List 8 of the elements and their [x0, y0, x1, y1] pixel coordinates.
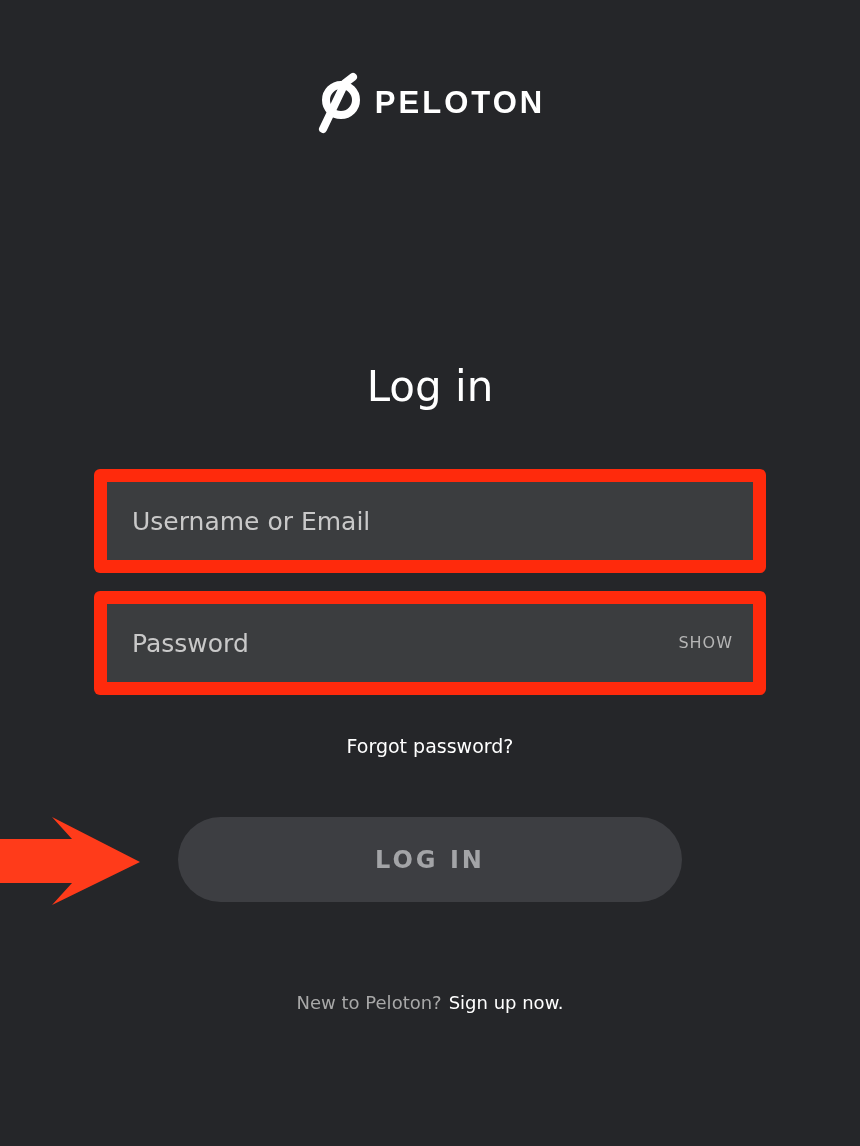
signup-prompt: New to Peloton? [296, 992, 442, 1013]
login-button[interactable]: LOG IN [178, 817, 682, 902]
logo-text: PELOTON [374, 85, 546, 121]
show-password-button[interactable]: SHOW [678, 633, 733, 652]
forgot-password-link[interactable]: Forgot password? [346, 735, 514, 757]
signup-link[interactable]: Sign up now. [448, 992, 564, 1013]
page-title: Log in [366, 362, 494, 412]
input-field[interactable]: Username or Email [107, 482, 753, 560]
